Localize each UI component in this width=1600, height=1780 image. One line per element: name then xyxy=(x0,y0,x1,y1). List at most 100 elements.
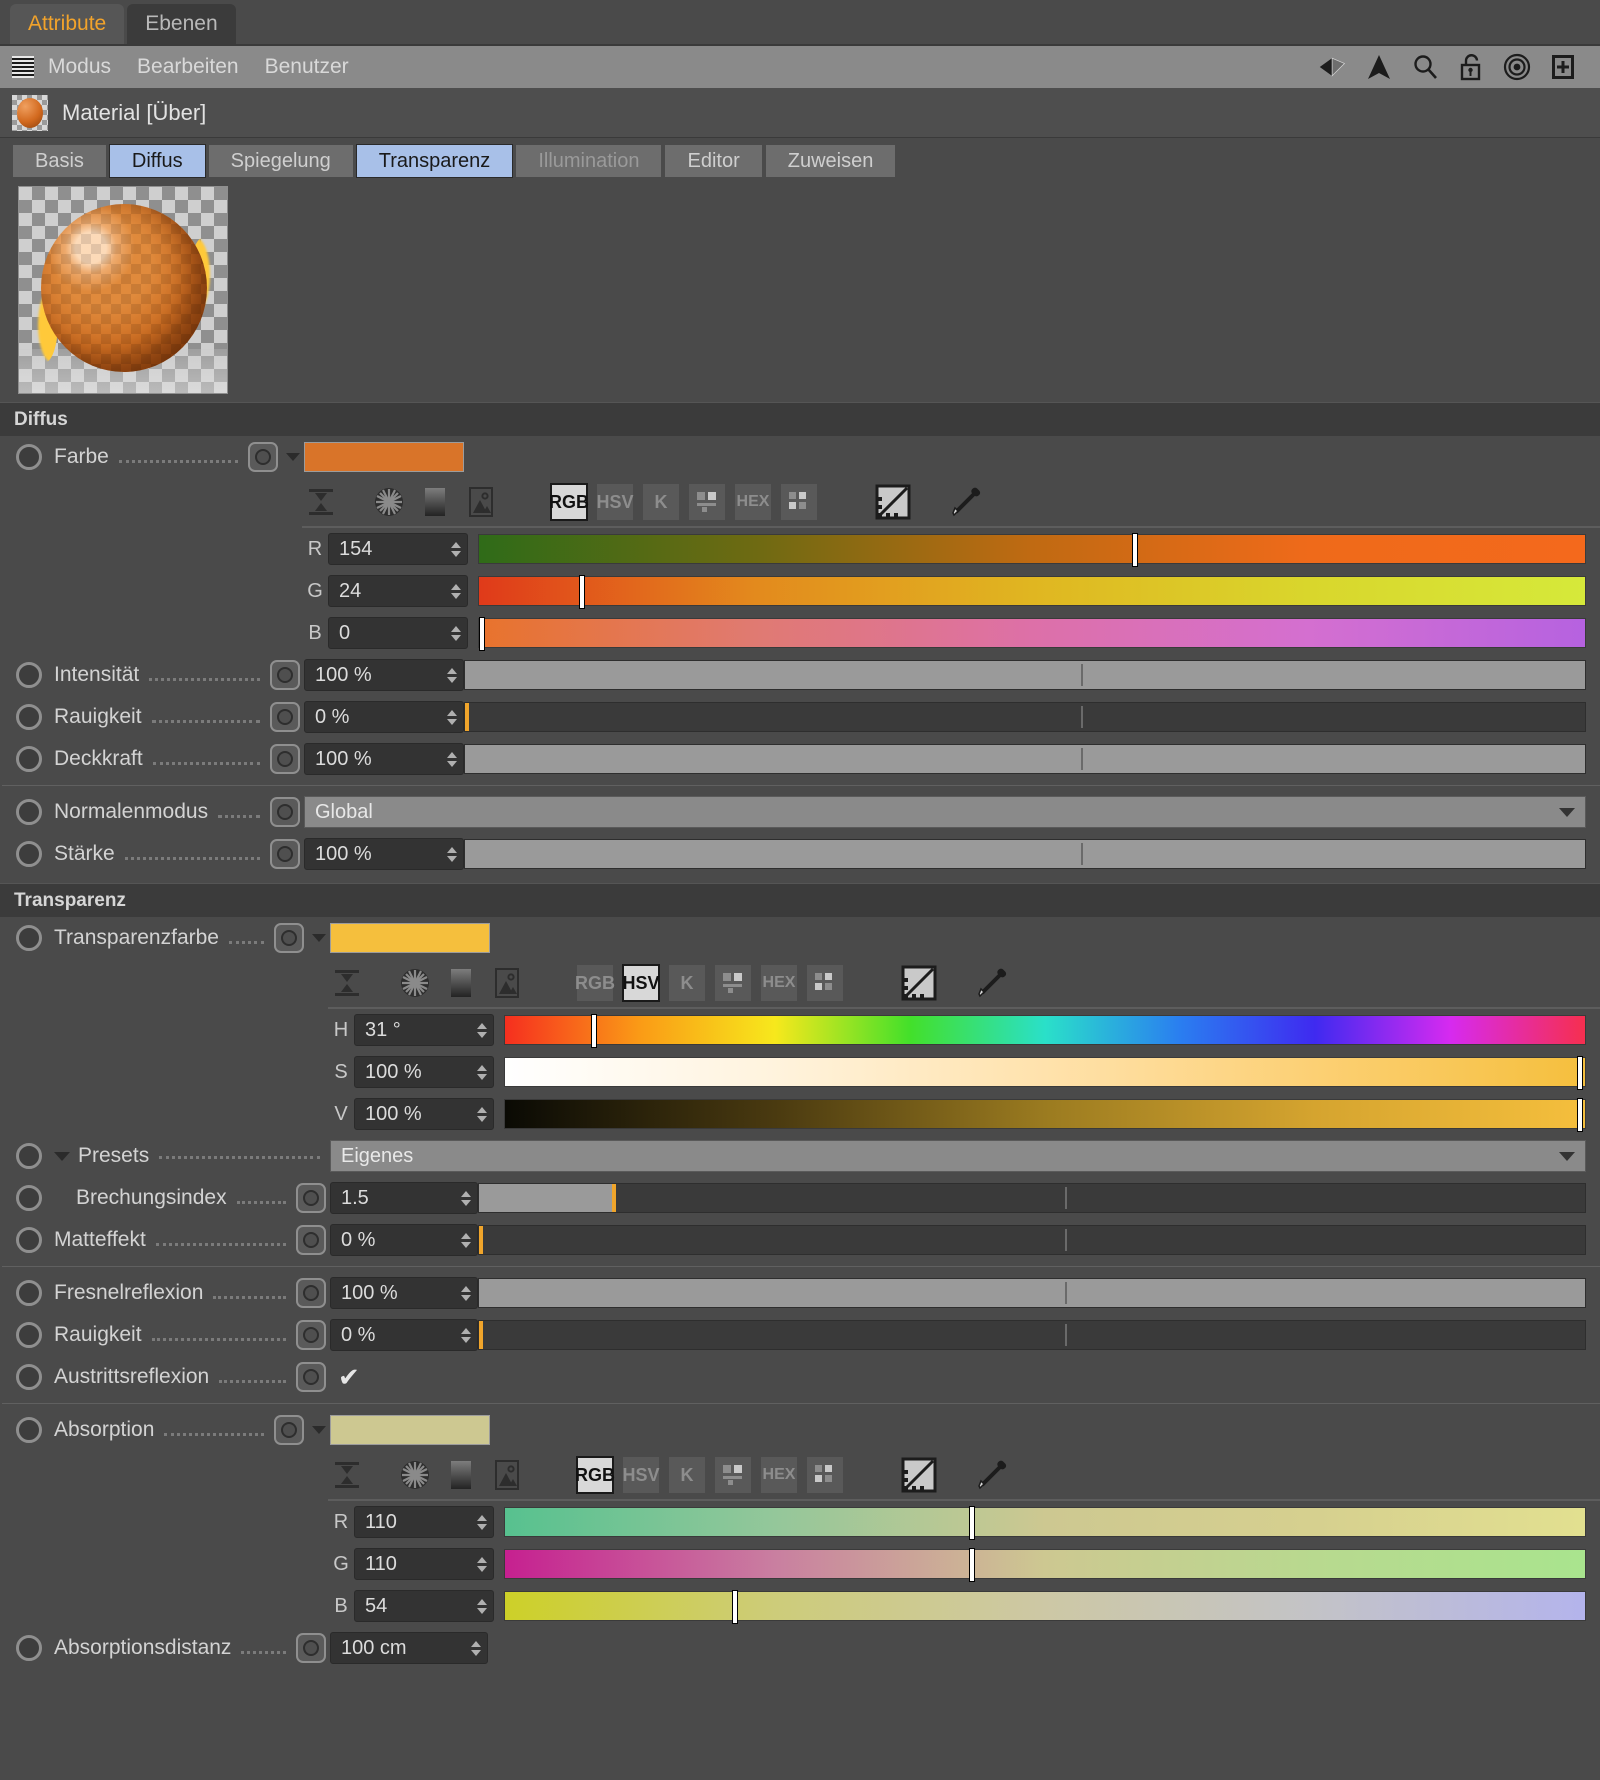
tab-editor[interactable]: Editor xyxy=(664,144,763,178)
track-dot-staerke[interactable] xyxy=(270,839,300,869)
material-preview[interactable] xyxy=(18,186,228,394)
channel-field-absorption-b[interactable]: 54 xyxy=(354,1590,494,1622)
spinner-s[interactable] xyxy=(475,1064,489,1080)
spinner-v[interactable] xyxy=(475,1106,489,1122)
color-wheel-icon[interactable] xyxy=(396,964,434,1002)
tab-illumination[interactable]: Illumination xyxy=(515,144,663,178)
spinner-rauigkeit-transparenz[interactable] xyxy=(459,1327,473,1343)
chevron-down-icon[interactable] xyxy=(286,453,300,461)
spinner-staerke[interactable] xyxy=(445,846,459,862)
animate-dot-absorptionsdistanz[interactable] xyxy=(16,1635,42,1661)
add-box-icon[interactable] xyxy=(1548,52,1578,82)
channel-field-g[interactable]: 24 xyxy=(328,575,468,607)
split-compare-icon[interactable] xyxy=(874,483,912,521)
channel-slider-b[interactable] xyxy=(478,617,1586,651)
channel-field-h[interactable]: 31 ° xyxy=(354,1014,494,1046)
spinner-deckkraft[interactable] xyxy=(445,751,459,767)
mode-button-k[interactable]: K xyxy=(668,1456,706,1494)
mode-button-hex[interactable]: HEX xyxy=(734,483,772,521)
target-icon[interactable] xyxy=(1502,52,1532,82)
mode-button-hsv[interactable]: HSV xyxy=(596,483,634,521)
channel-slider-h[interactable] xyxy=(504,1014,1586,1048)
slider-staerke[interactable] xyxy=(464,839,1586,869)
slider-knob-r[interactable] xyxy=(1131,533,1138,567)
mixer-icon[interactable] xyxy=(714,964,752,1002)
split-compare-icon[interactable] xyxy=(900,964,938,1002)
track-dot-transparenzfarbe[interactable] xyxy=(274,923,304,953)
image-icon[interactable] xyxy=(488,1456,526,1494)
menu-item-modus[interactable]: Modus xyxy=(48,55,111,79)
spinner-b[interactable] xyxy=(449,625,463,641)
spinner-absorption-b[interactable] xyxy=(475,1598,489,1614)
gradient-icon[interactable] xyxy=(442,1456,480,1494)
animate-dot-farbe[interactable] xyxy=(16,444,42,470)
triangle-expand-icon[interactable] xyxy=(54,1151,70,1161)
spinner-brechungsindex[interactable] xyxy=(459,1190,473,1206)
swatches-icon[interactable] xyxy=(806,1456,844,1494)
animate-dot-presets[interactable] xyxy=(16,1143,42,1169)
unlock-icon[interactable] xyxy=(1456,52,1486,82)
tab-spiegelung[interactable]: Spiegelung xyxy=(207,144,354,178)
field-matteffekt[interactable]: 0 % xyxy=(330,1224,478,1256)
spinner-intensitaet[interactable] xyxy=(445,667,459,683)
spinner-matteffekt[interactable] xyxy=(459,1232,473,1248)
slider-knob-v[interactable] xyxy=(1577,1098,1584,1132)
slider-rauigkeit-transparenz[interactable] xyxy=(478,1320,1586,1350)
channel-field-s[interactable]: 100 % xyxy=(354,1056,494,1088)
track-dot-brechungsindex[interactable] xyxy=(296,1183,326,1213)
back-arrow-icon[interactable] xyxy=(1318,52,1348,82)
channel-slider-s[interactable] xyxy=(504,1056,1586,1090)
range-icon[interactable] xyxy=(328,1456,366,1494)
track-dot-rauigkeit[interactable] xyxy=(270,702,300,732)
tab-basis[interactable]: Basis xyxy=(12,144,107,178)
slider-knob-s[interactable] xyxy=(1577,1056,1584,1090)
channel-field-absorption-r[interactable]: 110 xyxy=(354,1506,494,1538)
tab-transparenz[interactable]: Transparenz xyxy=(355,144,514,178)
animate-dot-transparenzfarbe[interactable] xyxy=(16,925,42,951)
spinner-r[interactable] xyxy=(449,541,463,557)
menu-item-bearbeiten[interactable]: Bearbeiten xyxy=(137,55,239,79)
slider-matteffekt[interactable] xyxy=(478,1225,1586,1255)
swatches-icon[interactable] xyxy=(806,964,844,1002)
channel-field-b[interactable]: 0 xyxy=(328,617,468,649)
mixer-icon[interactable] xyxy=(714,1456,752,1494)
mode-button-hex[interactable]: HEX xyxy=(760,964,798,1002)
mixer-icon[interactable] xyxy=(688,483,726,521)
slider-deckkraft[interactable] xyxy=(464,744,1586,774)
track-dot-absorptionsdistanz[interactable] xyxy=(296,1633,326,1663)
slider-brechungsindex[interactable] xyxy=(478,1183,1586,1213)
slider-knob-absorption-b[interactable] xyxy=(731,1590,738,1624)
field-rauigkeit-transparenz[interactable]: 0 % xyxy=(330,1319,478,1351)
color-swatch-absorption[interactable] xyxy=(330,1415,490,1445)
field-brechungsindex[interactable]: 1.5 xyxy=(330,1182,478,1214)
image-icon[interactable] xyxy=(488,964,526,1002)
mode-button-rgb[interactable]: RGB xyxy=(549,483,589,521)
mode-button-hsv[interactable]: HSV xyxy=(622,964,660,1002)
dropdown-normalenmodus[interactable]: Global xyxy=(304,796,1586,828)
animate-dot-matteffekt[interactable] xyxy=(16,1227,42,1253)
track-dot-absorption[interactable] xyxy=(274,1415,304,1445)
range-icon[interactable] xyxy=(328,964,366,1002)
spinner-absorptionsdistanz[interactable] xyxy=(469,1640,483,1656)
dropdown-presets[interactable]: Eigenes xyxy=(330,1140,1586,1172)
spinner-fresnelreflexion[interactable] xyxy=(459,1285,473,1301)
animate-dot-absorption[interactable] xyxy=(16,1417,42,1443)
range-icon[interactable] xyxy=(302,483,340,521)
channel-slider-absorption-r[interactable] xyxy=(504,1506,1586,1540)
search-icon[interactable] xyxy=(1410,52,1440,82)
animate-dot-rauigkeit[interactable] xyxy=(16,704,42,730)
slider-knob-absorption-r[interactable] xyxy=(969,1506,976,1540)
spinner-absorption-g[interactable] xyxy=(475,1556,489,1572)
field-deckkraft[interactable]: 100 % xyxy=(304,743,464,775)
spinner-h[interactable] xyxy=(475,1022,489,1038)
channel-field-absorption-g[interactable]: 110 xyxy=(354,1548,494,1580)
spinner-rauigkeit[interactable] xyxy=(445,709,459,725)
track-dot-normalenmodus[interactable] xyxy=(270,797,300,827)
tab-diffus[interactable]: Diffus xyxy=(108,144,206,178)
gradient-icon[interactable] xyxy=(442,964,480,1002)
image-icon[interactable] xyxy=(462,483,500,521)
swatches-icon[interactable] xyxy=(780,483,818,521)
window-tab-ebenen[interactable]: Ebenen xyxy=(127,4,236,44)
chevron-down-icon[interactable] xyxy=(312,1426,326,1434)
slider-knob-b[interactable] xyxy=(479,617,485,651)
